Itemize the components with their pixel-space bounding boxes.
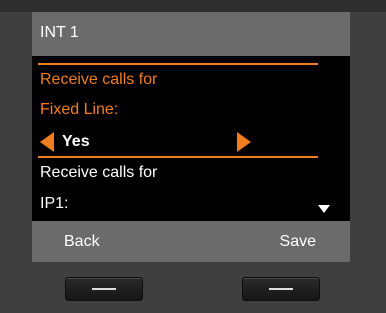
dash-icon [92, 288, 116, 290]
arrow-left-icon[interactable] [40, 132, 54, 152]
save-softkey-label[interactable]: Save [280, 233, 316, 251]
screen-body: Receive calls for Fixed Line: Yes Receiv… [32, 56, 350, 221]
ip1-label-1[interactable]: Receive calls for [40, 164, 157, 182]
screen-title: INT 1 [40, 24, 79, 41]
fixed-line-label-2: Fixed Line: [40, 101, 119, 118]
dash-icon [269, 288, 293, 290]
back-softkey-label[interactable]: Back [64, 233, 100, 251]
selection-top-border [38, 63, 318, 65]
fixed-line-value[interactable]: Yes [62, 133, 90, 151]
fixed-line-label-1: Receive calls for [40, 71, 158, 88]
arrow-right-icon[interactable] [237, 132, 251, 152]
softkey-bar: Back Save [32, 221, 350, 262]
right-softkey-button[interactable] [242, 277, 320, 301]
left-softkey-button[interactable] [65, 277, 143, 301]
device-bottom-bezel [0, 262, 386, 313]
device-top-bezel [0, 0, 386, 12]
scroll-down-icon [318, 205, 330, 213]
screen-header: INT 1 [32, 12, 350, 56]
selection-bottom-border [38, 156, 318, 158]
ip1-label-2[interactable]: IP1: [40, 195, 68, 213]
